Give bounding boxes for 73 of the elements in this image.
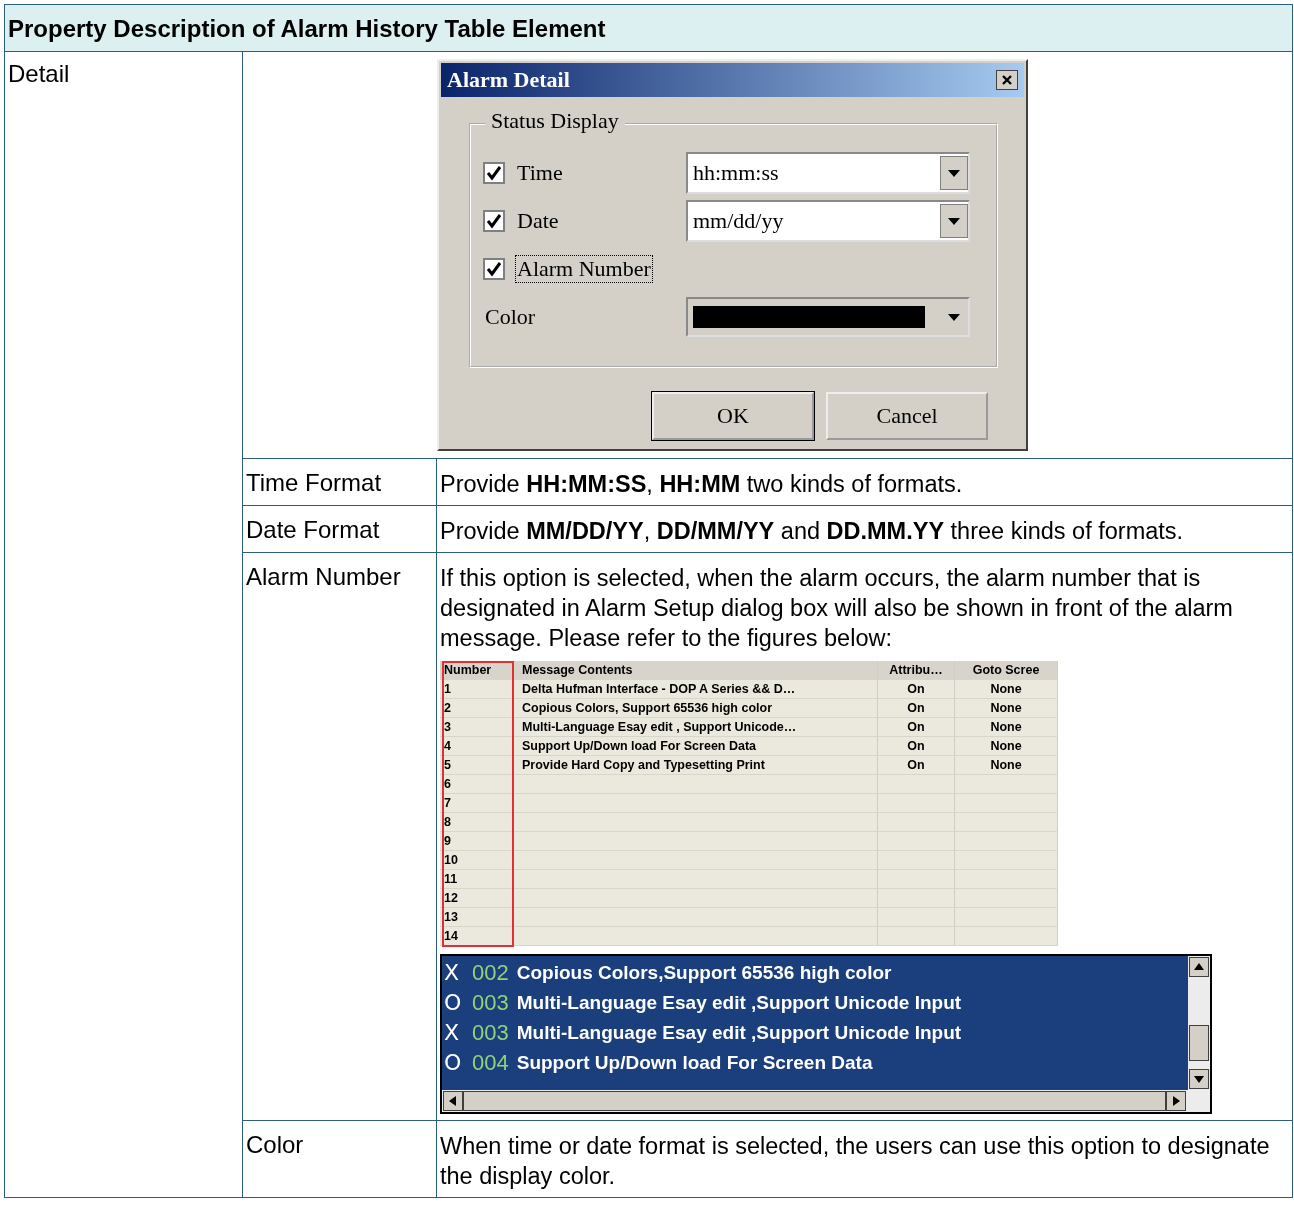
table-cell: Multi-Language Esay edit , Support Unicode… — [514, 718, 878, 736]
alarm-number: 004 — [472, 1049, 509, 1077]
checkbox[interactable] — [483, 210, 505, 232]
alarm-number: 002 — [472, 959, 509, 987]
dialog-title: Alarm Detail — [447, 67, 570, 93]
property-description: If this option is selected, when the alarm occurs, the alarm number that is designated in Alarm Setup dialog box will also be shown in front of the alarm message. Please refer to the figures below: — [440, 564, 1234, 653]
checkbox[interactable] — [483, 162, 505, 184]
table-cell: Copious Colors, Support 65536 high color — [514, 699, 878, 717]
checkbox-label[interactable]: Date — [515, 207, 561, 235]
property-name: Color — [246, 1131, 304, 1158]
table-cell: 12 — [440, 889, 514, 907]
scroll-thumb[interactable] — [1189, 1025, 1209, 1061]
column-header[interactable]: Message Contents — [514, 661, 878, 679]
alarm-state-mark: X — [444, 1019, 461, 1047]
color-dropdown[interactable] — [686, 297, 970, 337]
property-description: When time or date format is selected, the users can use this option to designate the display color. — [440, 1132, 1271, 1191]
table-cell: None — [955, 680, 1058, 698]
table-cell: On — [878, 699, 955, 717]
property-description: Provide MM/DD/YY, DD/MM/YY and DD.MM.YY three kinds of formats. — [440, 517, 1185, 546]
property-description: Provide HH:MM:SS, HH:MM two kinds of formats. — [440, 470, 964, 499]
column-header[interactable]: Goto Scree — [955, 661, 1058, 679]
alarm-message: Support Up/Down load For Screen Data — [516, 1051, 873, 1075]
alarm-state-mark: O — [444, 989, 463, 1017]
column-header[interactable]: Number — [440, 661, 514, 679]
table-cell: 10 — [440, 851, 514, 869]
table-cell: 3 — [440, 718, 514, 736]
property-name: Date Format — [246, 516, 380, 543]
table-cell: On — [878, 718, 955, 736]
table-cell: None — [955, 718, 1058, 736]
checkbox-label[interactable]: Alarm Number — [515, 255, 653, 283]
table-cell: On — [878, 680, 955, 698]
table-cell: Provide Hard Copy and Typesetting Print — [514, 756, 878, 774]
table-cell: 11 — [440, 870, 514, 888]
close-icon[interactable] — [996, 70, 1018, 90]
property-name: Time Format — [246, 469, 382, 496]
table-cell: Delta Hufman Interface - DOP A Series && D… — [514, 680, 878, 698]
table-cell: 1 — [440, 680, 514, 698]
column-header[interactable]: Attribu… — [878, 661, 955, 679]
alarm-number: 003 — [472, 989, 509, 1017]
vertical-scrollbar[interactable] — [1188, 956, 1210, 1090]
table-cell: None — [955, 756, 1058, 774]
checkbox-label[interactable]: Time — [515, 159, 565, 187]
table-cell: On — [878, 756, 955, 774]
alarm-number: 003 — [472, 1019, 509, 1047]
table-cell: None — [955, 737, 1058, 755]
table-cell: 9 — [440, 832, 514, 850]
dialog-button[interactable]: Cancel — [826, 392, 988, 440]
table-cell: None — [955, 699, 1058, 717]
table-cell: 14 — [440, 927, 514, 945]
alarm-message: Copious Colors,Support 65536 high color — [516, 961, 892, 985]
property-name: Alarm Number — [246, 563, 401, 590]
table-cell: 13 — [440, 908, 514, 926]
color-label: Color — [484, 303, 537, 331]
alarm-state-mark: O — [444, 1049, 463, 1077]
alarm-message: Multi-Language Esay edit ,Support Unicode Input — [516, 991, 962, 1015]
format-dropdown[interactable]: hh:mm:ss — [686, 152, 970, 194]
table-cell: 8 — [440, 813, 514, 831]
dialog-button[interactable]: OK — [652, 392, 814, 440]
checkbox[interactable] — [483, 258, 505, 280]
scroll-thumb[interactable] — [463, 1091, 1166, 1111]
table-title: Property Description of Alarm History Table Element — [5, 5, 1293, 52]
table-cell: 5 — [440, 756, 514, 774]
table-cell: 7 — [440, 794, 514, 812]
format-dropdown[interactable]: mm/dd/yy — [686, 200, 970, 242]
alarm-message: Multi-Language Esay edit ,Support Unicode Input — [516, 1021, 962, 1045]
table-cell: 4 — [440, 737, 514, 755]
table-cell: 2 — [440, 699, 514, 717]
table-cell: 6 — [440, 775, 514, 793]
horizontal-scrollbar[interactable] — [442, 1090, 1210, 1112]
section-label: Detail — [8, 60, 70, 87]
table-cell: Support Up/Down load For Screen Data — [514, 737, 878, 755]
table-cell: On — [878, 737, 955, 755]
alarm-state-mark: X — [444, 959, 461, 987]
